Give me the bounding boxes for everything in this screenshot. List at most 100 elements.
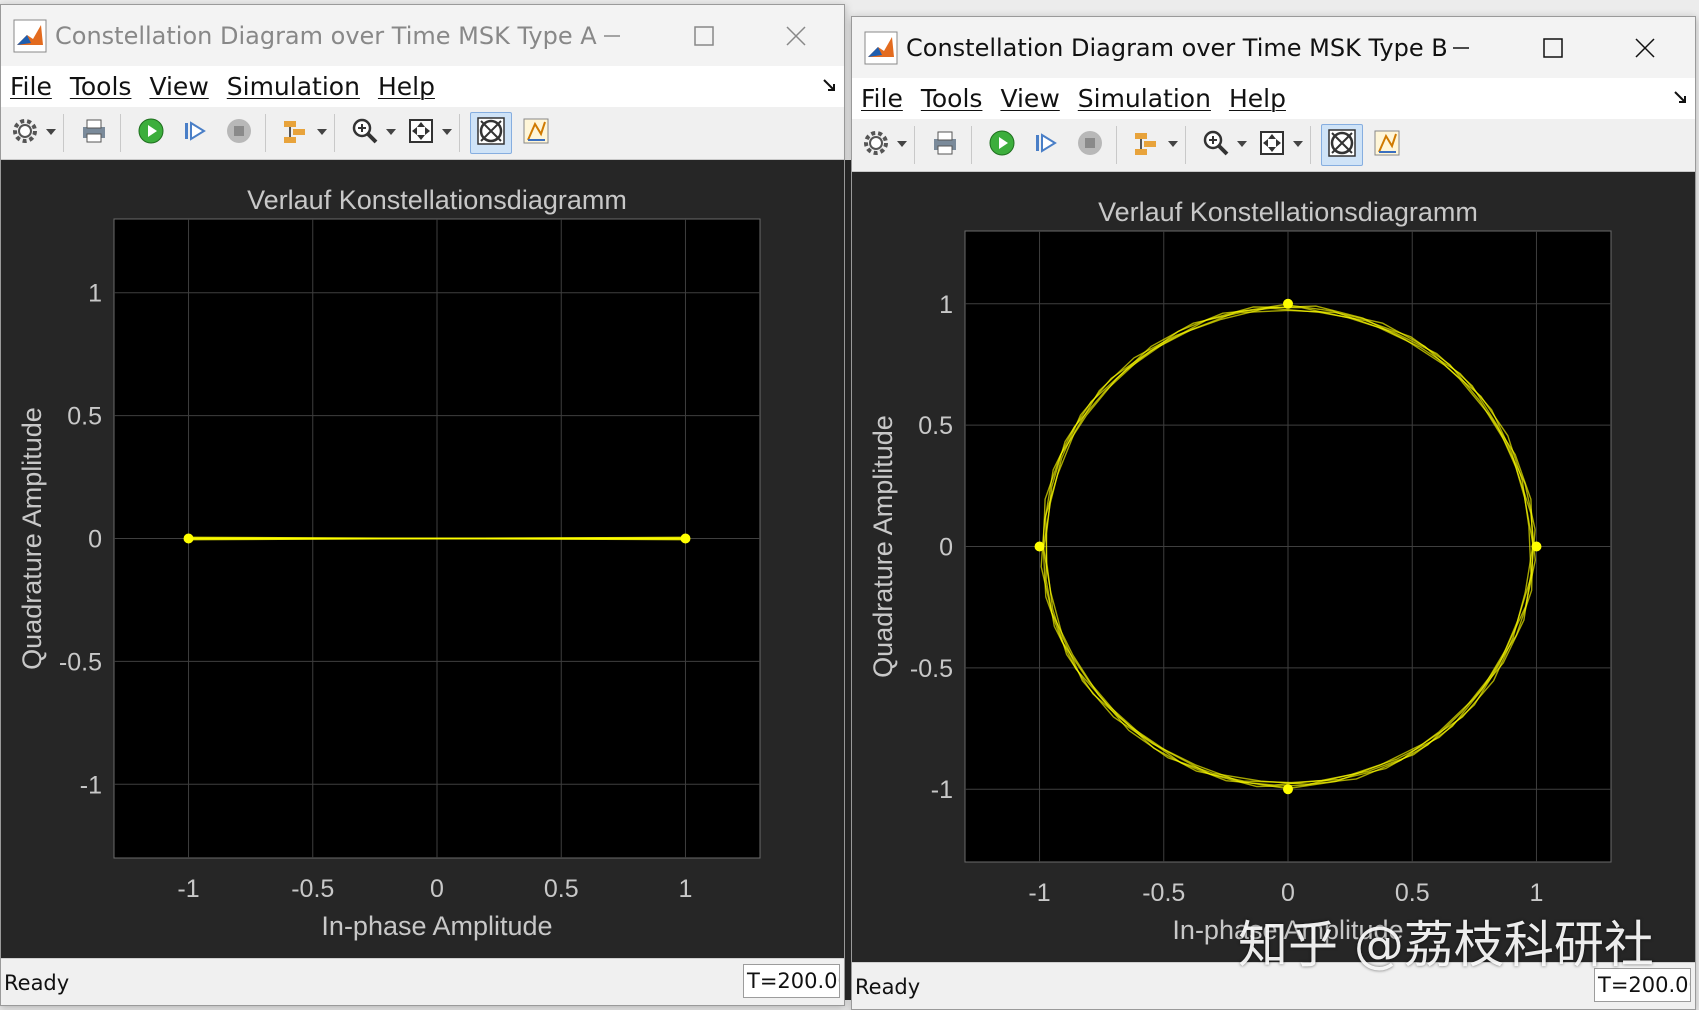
matlab-icon bbox=[864, 31, 898, 64]
settings-icon bbox=[10, 116, 40, 150]
close-button[interactable] bbox=[761, 5, 831, 66]
matlab-icon bbox=[13, 19, 47, 52]
menu-tools[interactable]: Tools bbox=[912, 84, 992, 113]
y-tick-label: 1 bbox=[939, 291, 953, 319]
settings-button[interactable] bbox=[856, 125, 896, 165]
dropdown-caret-icon[interactable] bbox=[1167, 125, 1179, 165]
y-axis-label: Quadrature Amplitude bbox=[868, 415, 898, 678]
menu-help[interactable]: Help bbox=[1220, 84, 1295, 113]
stop-button[interactable] bbox=[1070, 125, 1110, 165]
zoom-in-icon bbox=[1201, 128, 1231, 162]
dropdown-caret-icon[interactable] bbox=[45, 113, 57, 153]
constellation-point bbox=[1283, 784, 1293, 795]
minimize-button[interactable] bbox=[577, 5, 647, 66]
y-tick-label: 0.5 bbox=[67, 403, 102, 431]
x-tick-label: 0 bbox=[1281, 879, 1295, 907]
maximize-button[interactable] bbox=[1518, 17, 1588, 78]
constellation-chart: Verlauf Konstellationsdiagramm -1 -0.5 0 0.5… bbox=[17, 185, 761, 941]
constellation-point bbox=[183, 533, 194, 544]
zoom-in-button[interactable] bbox=[1196, 125, 1236, 165]
menu-bar: File Tools View Simulation Help bbox=[852, 78, 1695, 119]
print-button[interactable] bbox=[925, 125, 965, 165]
settings-button[interactable] bbox=[5, 113, 45, 153]
y-tick-label: 1 bbox=[88, 280, 102, 308]
constellation-icon bbox=[475, 115, 507, 151]
step-forward-icon bbox=[180, 116, 210, 150]
stop-button[interactable] bbox=[219, 113, 259, 153]
minimize-button[interactable] bbox=[1426, 17, 1496, 78]
signal-select-button[interactable] bbox=[1127, 125, 1167, 165]
dropdown-caret-icon[interactable] bbox=[316, 113, 328, 153]
menu-view[interactable]: View bbox=[991, 84, 1068, 113]
x-axis-label: In-phase Amplitude bbox=[321, 911, 552, 941]
print-icon bbox=[79, 116, 109, 150]
title-bar[interactable]: Constellation Diagram over Time MSK Type… bbox=[852, 17, 1695, 78]
toolbar-separator bbox=[1185, 126, 1186, 164]
constellation-point bbox=[1283, 298, 1293, 309]
x-tick-label: -1 bbox=[177, 875, 199, 903]
measurements-icon bbox=[1372, 128, 1402, 162]
run-icon bbox=[136, 116, 166, 150]
dock-arrow-icon[interactable] bbox=[1673, 90, 1689, 106]
signal-select-button[interactable] bbox=[276, 113, 316, 153]
status-text: Ready bbox=[855, 975, 921, 999]
step-forward-icon bbox=[1031, 128, 1061, 162]
menu-simulation[interactable]: Simulation bbox=[218, 72, 369, 101]
step-forward-button[interactable] bbox=[1026, 125, 1066, 165]
toolbar-separator bbox=[1116, 126, 1117, 164]
window-title: Constellation Diagram over Time MSK Type… bbox=[906, 33, 1448, 62]
chart-title: Verlauf Konstellationsdiagramm bbox=[247, 185, 627, 215]
title-bar[interactable]: Constellation Diagram over Time MSK Type… bbox=[1, 5, 844, 66]
menu-file[interactable]: File bbox=[1, 72, 61, 101]
measurements-button[interactable] bbox=[516, 113, 556, 153]
constellation-point bbox=[1034, 541, 1045, 552]
window-type-a: Constellation Diagram over Time MSK Type… bbox=[0, 4, 845, 1006]
run-button[interactable] bbox=[131, 113, 171, 153]
constellation-point bbox=[1531, 541, 1542, 552]
menu-bar: File Tools View Simulation Help bbox=[1, 66, 844, 107]
x-tick-label: -0.5 bbox=[291, 875, 334, 903]
maximize-icon bbox=[694, 25, 714, 46]
dropdown-caret-icon[interactable] bbox=[1292, 125, 1304, 165]
run-button[interactable] bbox=[982, 125, 1022, 165]
x-tick-label: -0.5 bbox=[1142, 879, 1185, 907]
dropdown-caret-icon[interactable] bbox=[441, 113, 453, 153]
zoom-in-icon bbox=[350, 116, 380, 150]
menu-simulation[interactable]: Simulation bbox=[1069, 84, 1220, 113]
constellation-point bbox=[680, 533, 691, 544]
dropdown-caret-icon[interactable] bbox=[1236, 125, 1248, 165]
maximize-button[interactable] bbox=[669, 5, 739, 66]
toolbar-separator bbox=[120, 114, 121, 152]
zoom-in-button[interactable] bbox=[345, 113, 385, 153]
toolbar-separator bbox=[334, 114, 335, 152]
close-icon bbox=[1635, 37, 1655, 58]
y-tick-label: 0 bbox=[88, 526, 102, 554]
plot-area: Verlauf Konstellationsdiagramm -1 -0.5 0 0.5… bbox=[1, 160, 844, 958]
dropdown-caret-icon[interactable] bbox=[896, 125, 908, 165]
measurements-button[interactable] bbox=[1367, 125, 1407, 165]
menu-view[interactable]: View bbox=[140, 72, 217, 101]
autoscale-button[interactable] bbox=[401, 113, 441, 153]
dock-arrow-icon[interactable] bbox=[822, 78, 838, 94]
toolbar-separator bbox=[63, 114, 64, 152]
menu-file[interactable]: File bbox=[852, 84, 912, 113]
close-icon bbox=[786, 25, 806, 46]
stop-icon bbox=[1075, 128, 1105, 162]
window-type-b: Constellation Diagram over Time MSK Type… bbox=[851, 16, 1696, 1010]
watermark: 知乎 @荔枝科研社 bbox=[1238, 916, 1654, 974]
dropdown-caret-icon[interactable] bbox=[385, 113, 397, 153]
print-icon bbox=[930, 128, 960, 162]
step-forward-button[interactable] bbox=[175, 113, 215, 153]
toolbar-separator bbox=[1310, 126, 1311, 164]
status-text: Ready bbox=[4, 971, 70, 995]
minimize-icon bbox=[604, 34, 620, 37]
constellation-button[interactable] bbox=[470, 112, 512, 154]
menu-help[interactable]: Help bbox=[369, 72, 444, 101]
run-icon bbox=[987, 128, 1017, 162]
autoscale-button[interactable] bbox=[1252, 125, 1292, 165]
constellation-chart: Verlauf Konstellationsdiagramm -1 -0.5 0 0.5… bbox=[868, 197, 1612, 945]
print-button[interactable] bbox=[74, 113, 114, 153]
close-button[interactable] bbox=[1610, 17, 1680, 78]
constellation-button[interactable] bbox=[1321, 124, 1363, 166]
menu-tools[interactable]: Tools bbox=[61, 72, 141, 101]
